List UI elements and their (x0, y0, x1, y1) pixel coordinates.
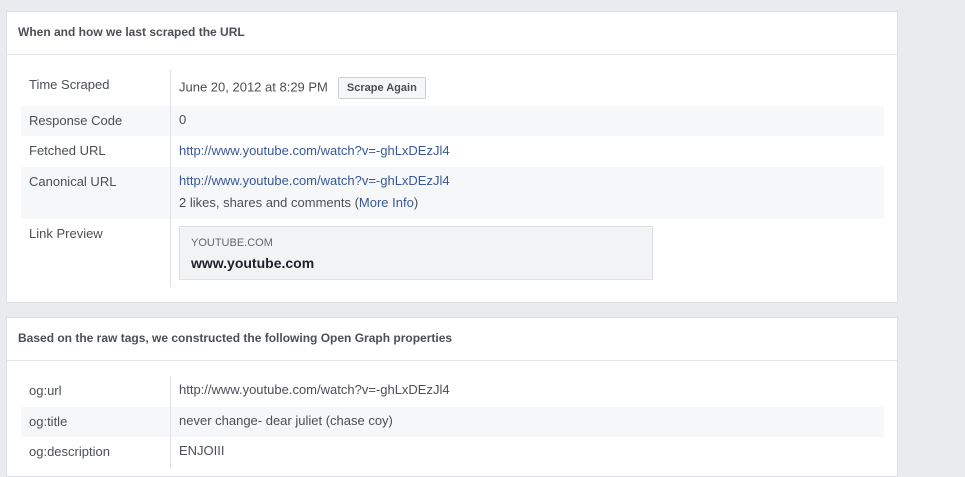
link-preview-label: Link Preview (21, 219, 171, 287)
time-scraped-value: June 20, 2012 at 8:29 PM (179, 79, 328, 95)
canonical-url-value-cell: http://www.youtube.com/watch?v=-ghLxDEzJ… (171, 167, 884, 219)
og-panel-title: Based on the raw tags, we constructed th… (7, 318, 897, 361)
link-preview-card[interactable]: YOUTUBE.COM www.youtube.com (179, 226, 653, 280)
response-code-value: 0 (179, 112, 187, 127)
canonical-url-row: Canonical URL http://www.youtube.com/wat… (21, 167, 884, 219)
response-code-label: Response Code (21, 106, 171, 136)
scrape-info-panel: When and how we last scraped the URL Tim… (6, 11, 898, 303)
fetched-url-label: Fetched URL (21, 136, 171, 167)
more-info-link[interactable]: More Info (359, 195, 414, 210)
og-title-value: never change- dear juliet (chase coy) (179, 413, 393, 428)
fetched-url-link[interactable]: http://www.youtube.com/watch?v=-ghLxDEzJ… (179, 143, 450, 158)
og-description-label: og:description (21, 437, 171, 468)
preview-title: www.youtube.com (191, 255, 315, 271)
fetched-url-row: Fetched URL http://www.youtube.com/watch… (21, 136, 884, 167)
canonical-url-link[interactable]: http://www.youtube.com/watch?v=-ghLxDEzJ… (179, 173, 450, 188)
scrape-panel-title: When and how we last scraped the URL (7, 12, 897, 55)
fetched-url-value-cell: http://www.youtube.com/watch?v=-ghLxDEzJ… (171, 136, 884, 167)
canonical-url-label: Canonical URL (21, 167, 171, 219)
og-properties-table: og:url http://www.youtube.com/watch?v=-g… (21, 376, 884, 468)
engagement-close-paren: ) (413, 195, 419, 210)
preview-domain: YOUTUBE.COM (191, 237, 273, 249)
engagement-text: 2 likes, shares and comments (More Info) (179, 195, 884, 211)
og-title-label: og:title (21, 407, 171, 437)
response-code-row: Response Code 0 (21, 106, 884, 136)
scrape-again-button[interactable]: Scrape Again (337, 77, 426, 99)
time-scraped-value-cell: June 20, 2012 at 8:29 PM Scrape Again (171, 70, 884, 106)
scrape-info-table: Time Scraped June 20, 2012 at 8:29 PM Scr… (21, 70, 884, 287)
og-url-row: og:url http://www.youtube.com/watch?v=-g… (21, 376, 884, 407)
og-title-row: og:title never change- dear juliet (chas… (21, 407, 884, 437)
og-description-row: og:description ENJOIII (21, 437, 884, 468)
og-url-label: og:url (21, 376, 171, 407)
time-scraped-row: Time Scraped June 20, 2012 at 8:29 PM Scr… (21, 70, 884, 106)
og-properties-panel: Based on the raw tags, we constructed th… (6, 317, 898, 477)
og-description-value: ENJOIII (179, 443, 225, 458)
time-scraped-label: Time Scraped (21, 70, 171, 106)
link-preview-row: Link Preview YOUTUBE.COM www.youtube.com (21, 219, 884, 287)
engagement-count: 2 likes, shares and comments ( (179, 195, 359, 210)
link-preview-cell: YOUTUBE.COM www.youtube.com (171, 219, 884, 287)
og-url-value: http://www.youtube.com/watch?v=-ghLxDEzJ… (179, 382, 450, 397)
